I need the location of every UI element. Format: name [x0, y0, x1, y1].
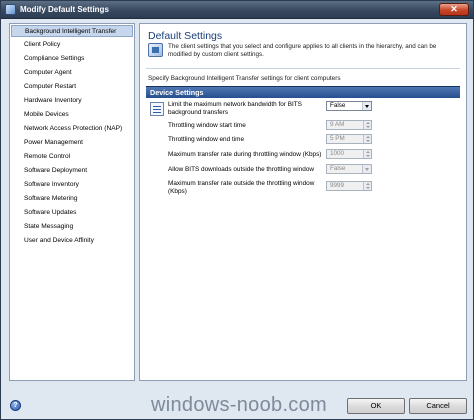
sidebar-item-background-intelligent-transfer[interactable]: Background Intelligent Transfer [11, 25, 133, 37]
limit-bandwidth-dropdown[interactable]: False [326, 101, 372, 111]
rate-during-window-value: 1000 [330, 150, 345, 157]
setting-label-start-time: Throttling window start time [168, 122, 246, 129]
sidebar-item-software-metering[interactable]: Software Metering [10, 192, 134, 206]
rate-during-window-stepper[interactable]: 1000 [326, 149, 372, 159]
start-time-stepper[interactable]: 9 AM [326, 120, 372, 130]
start-time-value: 9 AM [330, 121, 345, 128]
title-bar[interactable]: Modify Default Settings ✕ [1, 1, 473, 19]
sidebar-item-software-deployment[interactable]: Software Deployment [10, 164, 134, 178]
sidebar-item-computer-restart[interactable]: Computer Restart [10, 80, 134, 94]
sidebar-item-software-inventory[interactable]: Software Inventory [10, 178, 134, 192]
sidebar-item-mobile-devices[interactable]: Mobile Devices [10, 108, 134, 122]
setting-label-allow-outside-window: Allow BITS downloads outside the throttl… [168, 166, 314, 173]
cancel-button[interactable]: Cancel [409, 398, 467, 414]
stepper-arrows-icon[interactable] [363, 150, 371, 158]
device-settings-icon [150, 102, 164, 116]
sidebar-item-network-access-protection[interactable]: Network Access Protection (NAP) [10, 122, 134, 136]
end-time-stepper[interactable]: 5 PM [326, 134, 372, 144]
rate-outside-window-value: 9999 [330, 182, 345, 189]
settings-panel: Default Settings The client settings tha… [139, 23, 467, 381]
page-title: Default Settings [148, 30, 223, 42]
window-title: Modify Default Settings [20, 5, 109, 14]
ok-button[interactable]: OK [347, 398, 405, 414]
sidebar-item-software-updates[interactable]: Software Updates [10, 206, 134, 220]
setting-label-rate-outside-window: Maximum transfer rate outside the thrott… [168, 180, 315, 195]
panel-header: Default Settings The client settings tha… [140, 24, 466, 65]
device-settings-grid: Limit the maximum network bandwidth for … [146, 98, 460, 218]
rate-outside-window-stepper[interactable]: 9999 [326, 181, 372, 191]
header-divider [146, 68, 460, 69]
page-description: The client settings that you select and … [168, 43, 437, 58]
setting-label-end-time: Throttling window end time [168, 136, 245, 143]
sidebar-item-state-messaging[interactable]: State Messaging [10, 220, 134, 234]
close-icon[interactable]: ✕ [439, 3, 469, 16]
stepper-arrows-icon[interactable] [363, 182, 371, 190]
section-description: Specify Background Intelligent Transfer … [148, 75, 341, 82]
chevron-down-icon[interactable] [362, 165, 371, 173]
setting-label-rate-during-window: Maximum transfer rate during throttling … [168, 151, 322, 158]
allow-outside-window-dropdown[interactable]: False [326, 164, 372, 174]
sidebar-item-hardware-inventory[interactable]: Hardware Inventory [10, 94, 134, 108]
help-icon[interactable]: ? [10, 400, 21, 411]
settings-header-icon [148, 43, 163, 57]
sidebar-item-client-policy[interactable]: Client Policy [10, 38, 134, 52]
modify-default-settings-window: Modify Default Settings ✕ Background Int… [0, 0, 474, 420]
stepper-arrows-icon[interactable] [363, 121, 371, 129]
allow-outside-window-value: False [330, 165, 346, 172]
limit-bandwidth-value: False [330, 102, 346, 109]
chevron-down-icon[interactable] [362, 102, 371, 110]
sidebar-item-user-and-device-affinity[interactable]: User and Device Affinity [10, 234, 134, 248]
section-title: Device Settings [150, 88, 204, 97]
sidebar-item-compliance-settings[interactable]: Compliance Settings [10, 52, 134, 66]
settings-category-list: Background Intelligent Transfer Client P… [9, 23, 135, 381]
sidebar-item-computer-agent[interactable]: Computer Agent [10, 66, 134, 80]
setting-label-limit-bandwidth: Limit the maximum network bandwidth for … [168, 101, 302, 116]
sidebar-item-remote-control[interactable]: Remote Control [10, 150, 134, 164]
stepper-arrows-icon[interactable] [363, 135, 371, 143]
device-settings-section-header: Device Settings [146, 86, 460, 98]
app-icon [5, 4, 16, 15]
sidebar-item-power-management[interactable]: Power Management [10, 136, 134, 150]
watermark: windows-noob.com [151, 394, 327, 416]
end-time-value: 5 PM [330, 135, 345, 142]
